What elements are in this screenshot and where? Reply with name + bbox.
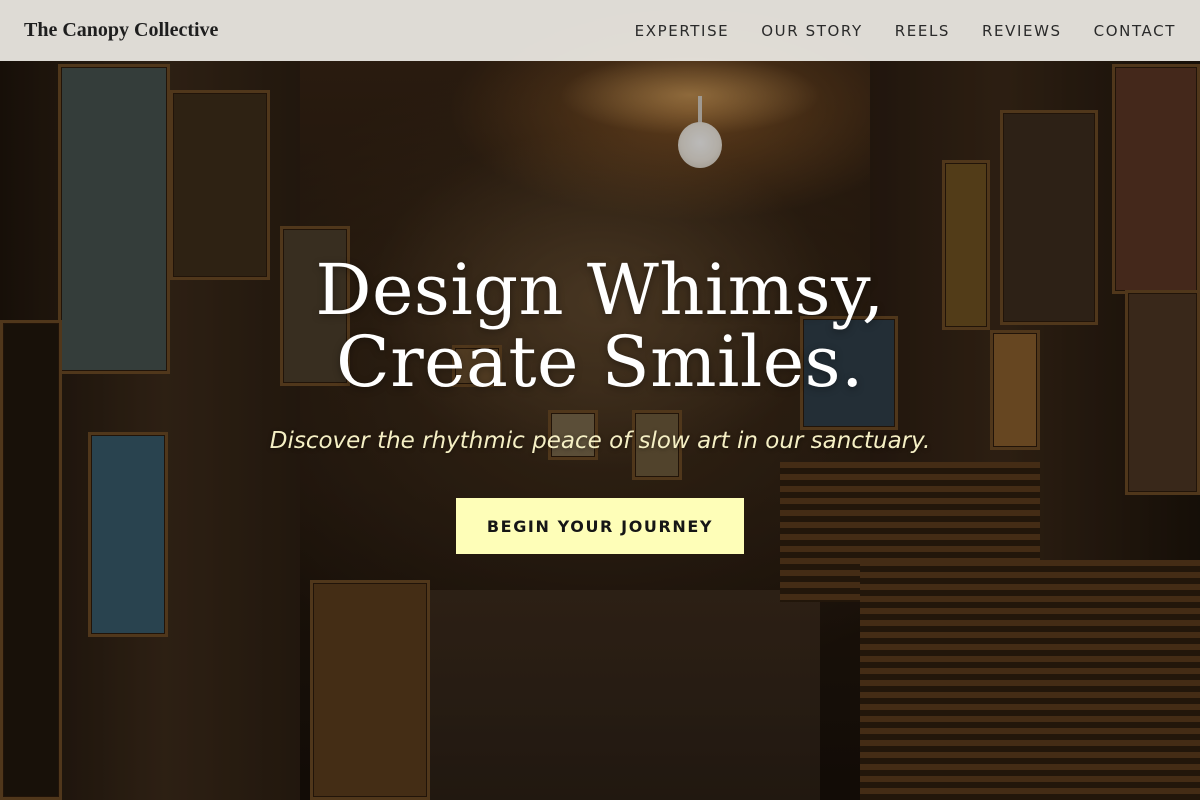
hero-section: Design Whimsy, Create Smiles. Discover t… bbox=[0, 0, 1200, 800]
begin-journey-button[interactable]: BEGIN YOUR JOURNEY bbox=[456, 498, 744, 554]
hero-subtitle: Discover the rhythmic peace of slow art … bbox=[269, 428, 931, 454]
hero-title: Design Whimsy, Create Smiles. bbox=[315, 249, 885, 403]
